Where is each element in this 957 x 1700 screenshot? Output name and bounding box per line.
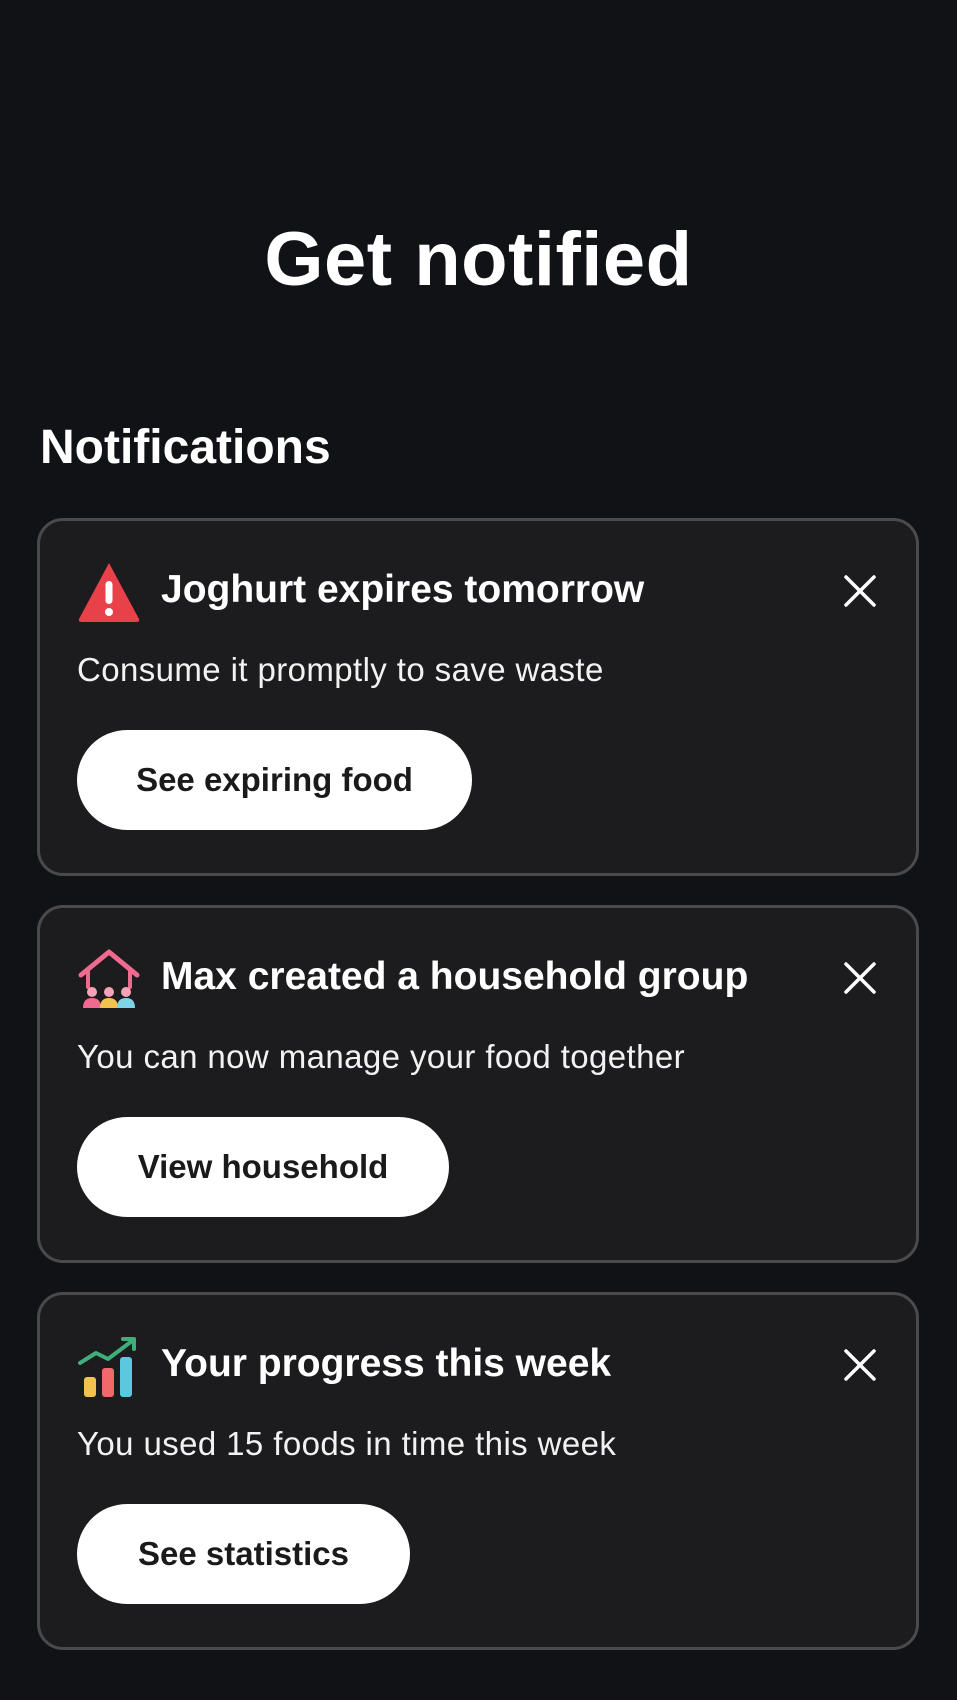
close-icon[interactable] (840, 958, 880, 998)
page-title: Get notified (264, 217, 693, 302)
notification-body: Consume it promptly to save waste (77, 651, 604, 688)
notification-title: Your progress this week (161, 1342, 612, 1385)
section-title: Notifications (40, 421, 331, 474)
notification-body: You can now manage your food together (77, 1038, 686, 1075)
warning-triangle-icon (76, 559, 142, 625)
notification-body: You used 15 foods in time this week (77, 1425, 617, 1462)
household-icon (76, 946, 142, 1012)
view-household-button[interactable]: View household (77, 1117, 449, 1217)
notification-card-household: Max created a household group You can no… (37, 905, 919, 1263)
notification-title: Max created a household group (161, 955, 749, 998)
progress-chart-icon (76, 1333, 142, 1399)
notification-card-progress: Your progress this week You used 15 food… (37, 1292, 919, 1650)
notification-title: Joghurt expires tomorrow (161, 568, 645, 611)
notification-card-expiring: Joghurt expires tomorrow Consume it prom… (37, 518, 919, 876)
close-icon[interactable] (840, 571, 880, 611)
see-expiring-food-button[interactable]: See expiring food (77, 730, 472, 830)
see-statistics-button[interactable]: See statistics (77, 1504, 410, 1604)
close-icon[interactable] (840, 1345, 880, 1385)
